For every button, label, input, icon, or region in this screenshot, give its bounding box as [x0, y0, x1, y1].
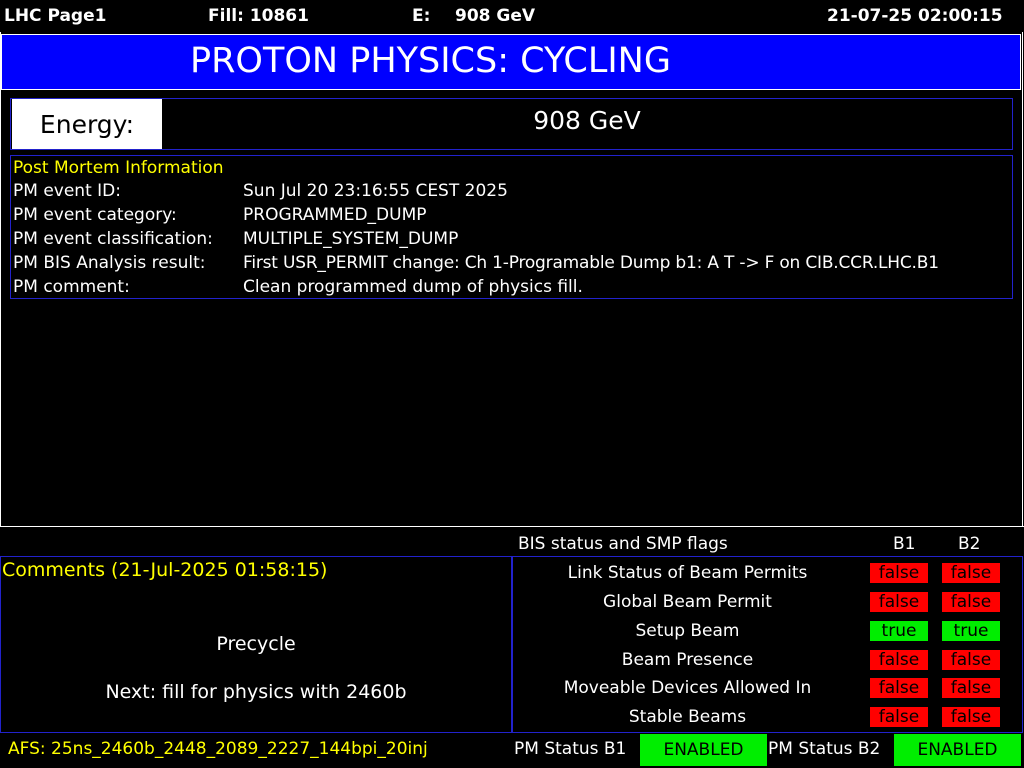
pm-row-label: PM comment: — [13, 277, 130, 297]
pm-row-value: PROGRAMMED_DUMP — [243, 205, 427, 225]
comments-title: Comments (21-Jul-2025 01:58:15) — [2, 559, 328, 581]
column-header-b1: B1 — [893, 534, 916, 554]
pm-row-value: First USR_PERMIT change: Ch 1-Programabl… — [243, 253, 939, 273]
flag-value-b1: false — [870, 592, 928, 612]
comment-text: Next: fill for physics with 2460b — [105, 681, 407, 703]
fill-number: Fill: 10861 — [208, 6, 309, 26]
flag-label: Global Beam Permit — [603, 592, 772, 612]
pm-row-label: PM BIS Analysis result: — [13, 253, 206, 273]
pm-status-b1-value: ENABLED — [640, 734, 767, 766]
pm-row-value: MULTIPLE_SYSTEM_DUMP — [243, 229, 459, 249]
flag-value-b1: false — [870, 678, 928, 698]
date-time: 21-07-25 02:00:15 — [827, 6, 1003, 26]
comment-text: Precycle — [216, 633, 296, 655]
flag-value-b2: false — [942, 592, 1000, 612]
energy-label: Energy: — [12, 99, 162, 149]
machine-mode-title: PROTON PHYSICS: CYCLING — [190, 41, 671, 81]
flag-value-b1: false — [870, 707, 928, 727]
flag-label: Beam Presence — [621, 650, 754, 670]
pm-status-b1-label: PM Status B1 — [514, 739, 627, 759]
flag-value-b2: false — [942, 563, 1000, 583]
flag-label: Moveable Devices Allowed In — [563, 678, 812, 698]
pm-row-value: Clean programmed dump of physics fill. — [243, 277, 583, 297]
pm-row-label: PM event category: — [13, 205, 177, 225]
flag-label: Stable Beams — [628, 707, 747, 727]
pm-status-b2-value: ENABLED — [894, 734, 1021, 766]
energy-value: 908 GeV — [533, 106, 641, 135]
pm-status-b2-label: PM Status B2 — [768, 739, 881, 759]
flag-value-b2: true — [942, 621, 1000, 641]
flag-label: Link Status of Beam Permits — [567, 563, 808, 583]
right-border — [1022, 32, 1023, 526]
pm-row-label: PM event classification: — [13, 229, 213, 249]
page-name: LHC Page1 — [4, 6, 107, 26]
afs-filling-scheme: AFS: 25ns_2460b_2448_2089_2227_144bpi_20… — [8, 739, 428, 759]
energy-short-label: E: — [412, 6, 431, 26]
top-status-bar: LHC Page1 Fill: 10861 E: 908 GeV 21-07-2… — [0, 0, 1024, 32]
pm-row-label: PM event ID: — [13, 181, 121, 201]
flag-value-b2: false — [942, 707, 1000, 727]
bis-section-title: BIS status and SMP flags — [518, 534, 728, 554]
machine-mode-banner: PROTON PHYSICS: CYCLING — [1, 34, 1021, 90]
left-border — [0, 32, 1, 526]
energy-short-value: 908 GeV — [455, 6, 536, 26]
flag-label: Setup Beam — [635, 621, 740, 641]
flag-value-b1: true — [870, 621, 928, 641]
flag-value-b1: false — [870, 563, 928, 583]
flag-value-b2: false — [942, 650, 1000, 670]
column-header-b2: B2 — [958, 534, 981, 554]
flag-value-b2: false — [942, 678, 1000, 698]
post-mortem-title: Post Mortem Information — [13, 158, 224, 178]
section-divider — [0, 526, 1024, 527]
flag-value-b1: false — [870, 650, 928, 670]
pm-row-value: Sun Jul 20 23:16:55 CEST 2025 — [243, 181, 508, 201]
